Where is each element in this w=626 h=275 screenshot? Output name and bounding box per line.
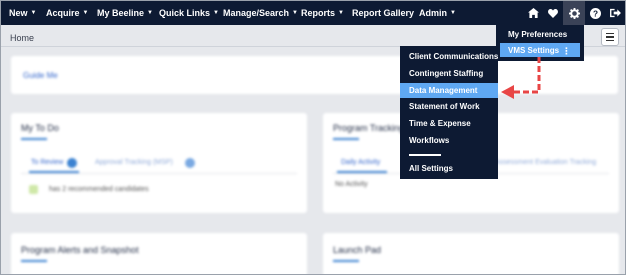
nav-acquire[interactable]: Acquire ▼ — [46, 1, 88, 25]
submenu-item-all-settings[interactable]: All Settings — [400, 161, 498, 176]
submenu-item-client-communications[interactable]: Client Communications — [400, 49, 498, 64]
no-activity-text: No Activity — [335, 181, 368, 188]
submenu-item-workflows[interactable]: Workflows — [400, 133, 498, 148]
app-frame: New ▼ Acquire ▼ My Beeline ▼ Quick Links ▼ M… — [0, 0, 626, 275]
svg-text:?: ? — [592, 9, 597, 18]
tab-assessment-tracking[interactable]: Assessment Evaluation Tracking — [495, 159, 596, 166]
nav-admin[interactable]: Admin ▼ — [419, 1, 456, 25]
my-preferences-item[interactable]: My Preferences — [500, 27, 580, 41]
title-underline — [21, 138, 47, 140]
hamburger-line — [606, 32, 614, 35]
tab-daily-activity[interactable]: Daily Activity — [341, 159, 380, 166]
hamburger-menu-button[interactable] — [601, 28, 619, 46]
help-icon[interactable]: ? — [585, 1, 605, 25]
nav-reports[interactable]: Reports ▼ — [301, 1, 344, 25]
chevron-down-icon: ▼ — [82, 10, 89, 16]
heart-icon[interactable] — [543, 1, 563, 25]
card-title: My To Do — [21, 123, 59, 133]
nav-report-gallery[interactable]: Report Gallery — [352, 1, 414, 25]
tab-approval-tracking[interactable]: Approval Tracking (MSP) — [95, 159, 173, 166]
chevron-down-icon: ▼ — [338, 10, 344, 16]
vms-settings-submenu: Client Communications Contingent Staffin… — [400, 46, 498, 179]
card-title: Program Alerts and Snapshot — [21, 245, 139, 255]
card-title: Program Tracking — [333, 123, 405, 133]
divider — [21, 173, 297, 174]
check-icon — [29, 185, 38, 194]
launch-pad-card: Launch Pad — [323, 233, 619, 274]
nav-icon-group: ? — [523, 1, 625, 25]
my-todo-card: My To Do To Review Approval Tracking (MS… — [11, 113, 307, 213]
title-underline — [21, 260, 47, 262]
guide-me-link[interactable]: Guide Me — [23, 71, 58, 80]
submenu-item-statement-of-work[interactable]: Statement of Work — [400, 99, 498, 114]
count-badge — [67, 158, 77, 168]
nav-my-beeline[interactable]: My Beeline ▼ — [97, 1, 153, 25]
alerts-card: Program Alerts and Snapshot — [11, 233, 307, 274]
logout-icon[interactable] — [605, 1, 625, 25]
card-title: Launch Pad — [333, 245, 382, 255]
chevron-down-icon: ▼ — [147, 10, 153, 16]
nav-quick-links[interactable]: Quick Links ▼ — [159, 1, 219, 25]
top-navbar: New ▼ Acquire ▼ My Beeline ▼ Quick Links ▼ M… — [1, 1, 625, 25]
breadcrumb[interactable]: Home — [10, 33, 34, 43]
hamburger-line — [606, 36, 614, 38]
home-icon[interactable] — [523, 1, 543, 25]
chevron-down-icon: ▼ — [213, 10, 219, 16]
nav-manage-search[interactable]: Manage/Search ▼ — [223, 1, 298, 25]
nav-new[interactable]: New ▼ — [9, 1, 36, 25]
todo-row-text: has 2 recommended candidates — [49, 186, 149, 193]
hamburger-line — [606, 39, 614, 42]
gear-icon[interactable] — [563, 1, 585, 25]
count-badge — [185, 158, 195, 168]
annotation-arrow — [501, 57, 541, 99]
tab-to-review[interactable]: To Review — [31, 159, 63, 166]
chevron-down-icon: ▼ — [292, 10, 298, 16]
chevron-down-icon: ▼ — [30, 10, 37, 16]
submenu-item-contingent-staffing[interactable]: Contingent Staffing — [400, 66, 498, 81]
chevron-down-icon: ▼ — [450, 10, 456, 16]
title-underline — [333, 138, 359, 140]
submenu-divider — [409, 154, 441, 156]
submenu-item-time-expense[interactable]: Time & Expense — [400, 116, 498, 131]
kebab-icon[interactable]: ⋮ — [562, 46, 571, 57]
vms-settings-label: VMS Settings — [508, 45, 560, 55]
submenu-item-data-management[interactable]: Data Management — [400, 83, 498, 98]
title-underline — [333, 260, 359, 262]
